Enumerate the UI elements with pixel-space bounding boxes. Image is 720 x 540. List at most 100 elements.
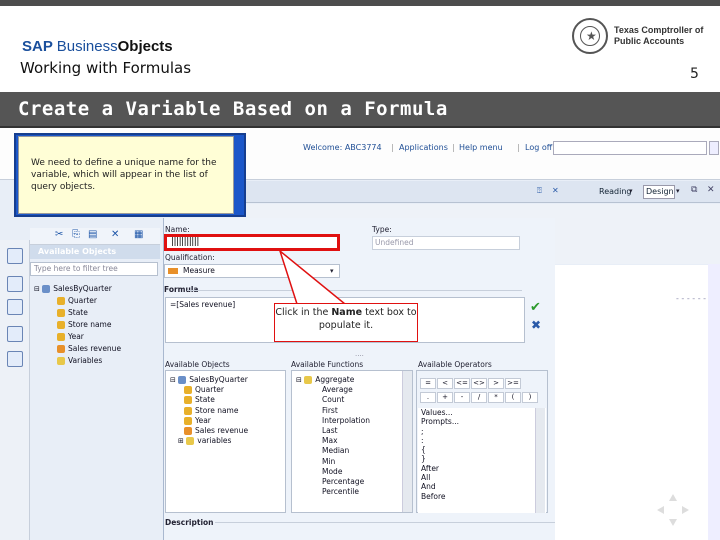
operator-button[interactable]: ( bbox=[505, 392, 521, 403]
menu-separator: | bbox=[517, 143, 520, 152]
tree-item[interactable]: Quarter bbox=[34, 295, 121, 307]
operator-button[interactable]: >= bbox=[505, 378, 521, 389]
comptroller-logo-text: Texas Comptroller of Public Accounts bbox=[614, 25, 704, 46]
list-item[interactable]: Last bbox=[296, 426, 412, 436]
dimension-icon bbox=[57, 321, 65, 329]
operators-scrollbar[interactable] bbox=[535, 408, 545, 513]
data-icon[interactable] bbox=[7, 276, 23, 292]
search-dropdown[interactable] bbox=[709, 141, 719, 155]
validate-formula-icon[interactable]: ✔ bbox=[530, 300, 541, 315]
filter-icon[interactable]: ▦ bbox=[134, 229, 143, 240]
dimension-icon bbox=[184, 406, 192, 415]
functions-scrollbar[interactable] bbox=[402, 371, 412, 512]
operator-button[interactable]: ) bbox=[522, 392, 538, 403]
operator-button[interactable]: <> bbox=[471, 378, 487, 389]
restore-icon[interactable]: ⧉ bbox=[691, 185, 697, 195]
help-menu[interactable]: Help menu bbox=[459, 143, 503, 152]
operator-button[interactable]: / bbox=[471, 392, 487, 403]
list-item[interactable]: Interpolation bbox=[296, 416, 412, 426]
list-item[interactable]: Average bbox=[296, 385, 412, 395]
dimension-icon bbox=[57, 333, 65, 341]
operator-button[interactable]: < bbox=[437, 378, 453, 389]
close-icon[interactable]: ✕ bbox=[707, 185, 715, 195]
list-item[interactable]: First bbox=[296, 406, 412, 416]
objects-tree: ⊟ SalesByQuarter Quarter State Store nam… bbox=[34, 283, 121, 367]
tree-item[interactable]: Year bbox=[34, 331, 121, 343]
app-search-input[interactable] bbox=[553, 141, 707, 155]
tooltip-text: We need to define a unique name for the … bbox=[31, 158, 217, 193]
document-icon[interactable] bbox=[7, 248, 23, 264]
delete-icon[interactable]: ✕ bbox=[111, 229, 119, 240]
applications-menu[interactable]: Applications bbox=[399, 143, 448, 152]
filter-tree-input[interactable]: Type here to filter tree bbox=[30, 262, 158, 276]
name-input[interactable]: ||||||||||| bbox=[164, 234, 340, 251]
help-icon[interactable]: ⍰ bbox=[537, 186, 542, 196]
list-item[interactable]: Before bbox=[421, 492, 546, 501]
dimension-icon bbox=[184, 416, 192, 425]
menu-separator: | bbox=[452, 143, 455, 152]
description-label: Description bbox=[165, 518, 214, 527]
list-item[interactable]: Sales revenue bbox=[170, 426, 285, 436]
operator-button[interactable]: = bbox=[420, 378, 436, 389]
list-item[interactable]: Median bbox=[296, 446, 412, 456]
list-item[interactable]: Count bbox=[296, 395, 412, 405]
scissors-icon[interactable]: ✂ bbox=[55, 229, 63, 240]
image-icon[interactable] bbox=[7, 351, 23, 367]
texas-seal-icon: ★ bbox=[572, 18, 608, 54]
list-item[interactable]: Percentage bbox=[296, 477, 412, 487]
chevron-down-icon[interactable]: ▾ bbox=[330, 267, 334, 275]
paste-icon[interactable]: ▤ bbox=[88, 229, 97, 240]
available-objects-title: Available Objects bbox=[38, 247, 117, 256]
list-item[interactable]: { bbox=[421, 445, 546, 454]
reading-button[interactable]: Reading bbox=[599, 187, 631, 196]
list-item[interactable]: ⊞ variables bbox=[170, 436, 285, 446]
list-item[interactable]: Max bbox=[296, 436, 412, 446]
list-item[interactable]: Mode bbox=[296, 467, 412, 477]
splitter-handle[interactable]: .... bbox=[355, 350, 364, 358]
tree-item[interactable]: Variables bbox=[34, 355, 121, 367]
list-item[interactable]: All bbox=[421, 473, 546, 482]
list-item[interactable]: Percentile bbox=[296, 487, 412, 497]
list-item[interactable]: State bbox=[170, 395, 285, 405]
list-item[interactable]: ⊟ Aggregate bbox=[296, 375, 412, 385]
list-item[interactable]: And bbox=[421, 482, 546, 491]
list-item[interactable]: Min bbox=[296, 457, 412, 467]
structure-icon[interactable] bbox=[7, 299, 23, 315]
log-off-link[interactable]: Log off bbox=[525, 143, 552, 152]
clear-formula-icon[interactable]: ✖ bbox=[531, 318, 541, 332]
copy-icon[interactable]: ⎘ bbox=[72, 229, 80, 240]
tree-item[interactable]: ⊟ SalesByQuarter bbox=[34, 283, 121, 295]
operator-button[interactable]: - bbox=[454, 392, 470, 403]
operator-button[interactable]: > bbox=[488, 378, 504, 389]
chevron-down-icon[interactable]: ▾ bbox=[676, 187, 680, 195]
folder-icon bbox=[186, 437, 195, 446]
list-item[interactable]: Prompts... bbox=[421, 417, 546, 426]
list-item[interactable]: ⊟ SalesByQuarter bbox=[170, 375, 285, 385]
slide-navigation-icon[interactable] bbox=[655, 492, 691, 528]
list-item[interactable]: } bbox=[421, 454, 546, 463]
slide-subtitle: Working with Formulas bbox=[20, 59, 192, 77]
close-icon[interactable]: ✕ bbox=[552, 186, 559, 195]
operator-button[interactable]: <= bbox=[454, 378, 470, 389]
report-scrollbar[interactable] bbox=[708, 264, 720, 540]
operator-button[interactable]: + bbox=[437, 392, 453, 403]
operator-button[interactable]: . bbox=[420, 392, 436, 403]
help-icon[interactable] bbox=[7, 326, 23, 342]
tree-item[interactable]: Store name bbox=[34, 319, 121, 331]
list-item[interactable]: Values... bbox=[421, 408, 546, 417]
list-item[interactable]: After bbox=[421, 464, 546, 473]
chevron-down-icon[interactable]: ▾ bbox=[629, 187, 633, 195]
folder-icon bbox=[57, 357, 65, 365]
operator-button[interactable]: * bbox=[488, 392, 504, 403]
list-item[interactable]: Store name bbox=[170, 406, 285, 416]
list-item[interactable]: Year bbox=[170, 416, 285, 426]
list-item[interactable]: : bbox=[421, 436, 546, 445]
list-item[interactable]: Quarter bbox=[170, 385, 285, 395]
design-button-label: Design bbox=[646, 187, 674, 196]
dimension-icon bbox=[184, 396, 192, 405]
tree-item[interactable]: State bbox=[34, 307, 121, 319]
list-item[interactable]: ; bbox=[421, 427, 546, 436]
tree-item[interactable]: Sales revenue bbox=[34, 343, 121, 355]
slide-title: Create a Variable Based on a Formula bbox=[18, 98, 448, 120]
qualification-select[interactable]: Measure bbox=[164, 264, 340, 278]
